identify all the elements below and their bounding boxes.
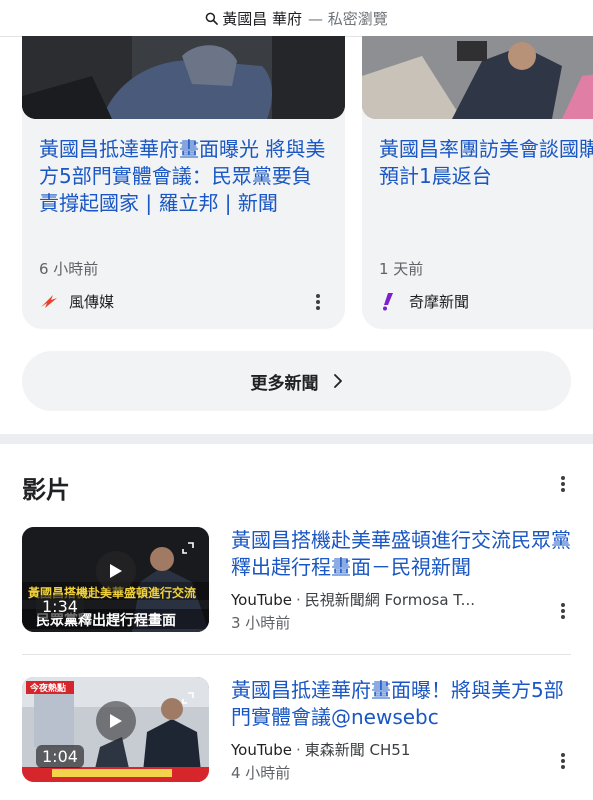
play-icon[interactable] bbox=[96, 551, 136, 591]
fullscreen-icon[interactable] bbox=[181, 541, 195, 555]
more-news-label: 更多新聞 bbox=[250, 373, 319, 394]
section-divider bbox=[0, 434, 593, 444]
news-thumbnail bbox=[362, 36, 593, 119]
video-thumbnail[interactable]: 今夜熱點 1:04 bbox=[22, 677, 209, 782]
video-result[interactable]: 今夜熱點 1:04 黃國昌抵達華府畫面曝！將與美方5部門實體會議@newsebc… bbox=[22, 677, 593, 785]
chevron-right-icon bbox=[333, 374, 342, 388]
news-headline[interactable]: 黃國昌抵達華府畫面曝光 將與美方5部門實體會議：民眾黨要負責撐起國家 | 羅立邦… bbox=[39, 136, 331, 217]
video-duration: 1:34 bbox=[36, 595, 84, 618]
video-timestamp: 3 小時前 bbox=[231, 614, 291, 632]
search-bar[interactable]: 黃國昌 華府 — 私密瀏覽 bbox=[0, 0, 593, 37]
video-platform: YouTube bbox=[231, 591, 292, 609]
video-meta: YouTube · 民視新聞網 Formosa T... bbox=[231, 591, 475, 609]
video-platform: YouTube bbox=[231, 741, 292, 759]
news-source-name: 奇摩新聞 bbox=[409, 292, 470, 311]
storm-media-logo-icon bbox=[41, 295, 57, 308]
private-browsing-label: — 私密瀏覽 bbox=[307, 9, 388, 28]
news-card[interactable]: 黃國昌率團訪美會談國購、高關稅議題 預計1晨返台 1 天前 奇摩新聞 bbox=[362, 36, 593, 329]
video-duration: 1:04 bbox=[36, 745, 84, 768]
video-timestamp: 4 小時前 bbox=[231, 764, 291, 782]
play-icon[interactable] bbox=[96, 701, 136, 741]
video-channel: 東森新聞 CH51 bbox=[304, 741, 411, 759]
news-carousel[interactable]: 黃國昌抵達華府畫面曝光 將與美方5部門實體會議：民眾黨要負責撐起國家 | 羅立邦… bbox=[22, 36, 593, 331]
video-channel: 民視新聞網 Formosa T... bbox=[304, 591, 475, 609]
more-vert-icon[interactable] bbox=[553, 472, 573, 496]
news-headline[interactable]: 黃國昌率團訪美會談國購、高關稅議題 預計1晨返台 bbox=[379, 136, 593, 190]
video-result[interactable]: 黃國昌搭機赴美華盛頓進行交流 民眾黨釋出趕行程畫面 1:34 黃國昌搭機赴美華盛… bbox=[22, 527, 593, 635]
more-vert-icon[interactable] bbox=[553, 749, 573, 773]
news-source-name: 風傳媒 bbox=[69, 292, 115, 311]
news-source: 奇摩新聞 bbox=[379, 289, 469, 313]
more-vert-icon[interactable] bbox=[308, 290, 328, 314]
video-thumbnail[interactable]: 黃國昌搭機赴美華盛頓進行交流 民眾黨釋出趕行程畫面 1:34 bbox=[22, 527, 209, 632]
more-news-button[interactable]: 更多新聞 bbox=[22, 351, 571, 411]
thumb-badge: 今夜熱點 bbox=[29, 682, 66, 694]
more-vert-icon[interactable] bbox=[553, 599, 573, 623]
search-query: 黃國昌 華府 bbox=[222, 9, 302, 28]
news-card[interactable]: 黃國昌抵達華府畫面曝光 將與美方5部門實體會議：民眾黨要負責撐起國家 | 羅立邦… bbox=[22, 36, 345, 329]
news-source: 風傳媒 bbox=[39, 289, 114, 313]
video-meta: YouTube · 東森新聞 CH51 bbox=[231, 741, 411, 759]
news-thumbnail bbox=[22, 36, 345, 119]
video-title[interactable]: 黃國昌抵達華府畫面曝！將與美方5部門實體會議@newsebc bbox=[231, 677, 571, 731]
fullscreen-icon[interactable] bbox=[181, 691, 195, 705]
search-icon bbox=[205, 12, 219, 25]
list-divider bbox=[22, 654, 571, 655]
yahoo-news-logo-icon bbox=[383, 293, 393, 311]
news-timestamp: 1 天前 bbox=[379, 260, 424, 278]
video-title[interactable]: 黃國昌搭機赴美華盛頓進行交流民眾黨釋出趕行程畫面－民視新聞 bbox=[231, 527, 571, 581]
news-timestamp: 6 小時前 bbox=[39, 260, 99, 278]
section-title: 影片 bbox=[22, 476, 70, 504]
